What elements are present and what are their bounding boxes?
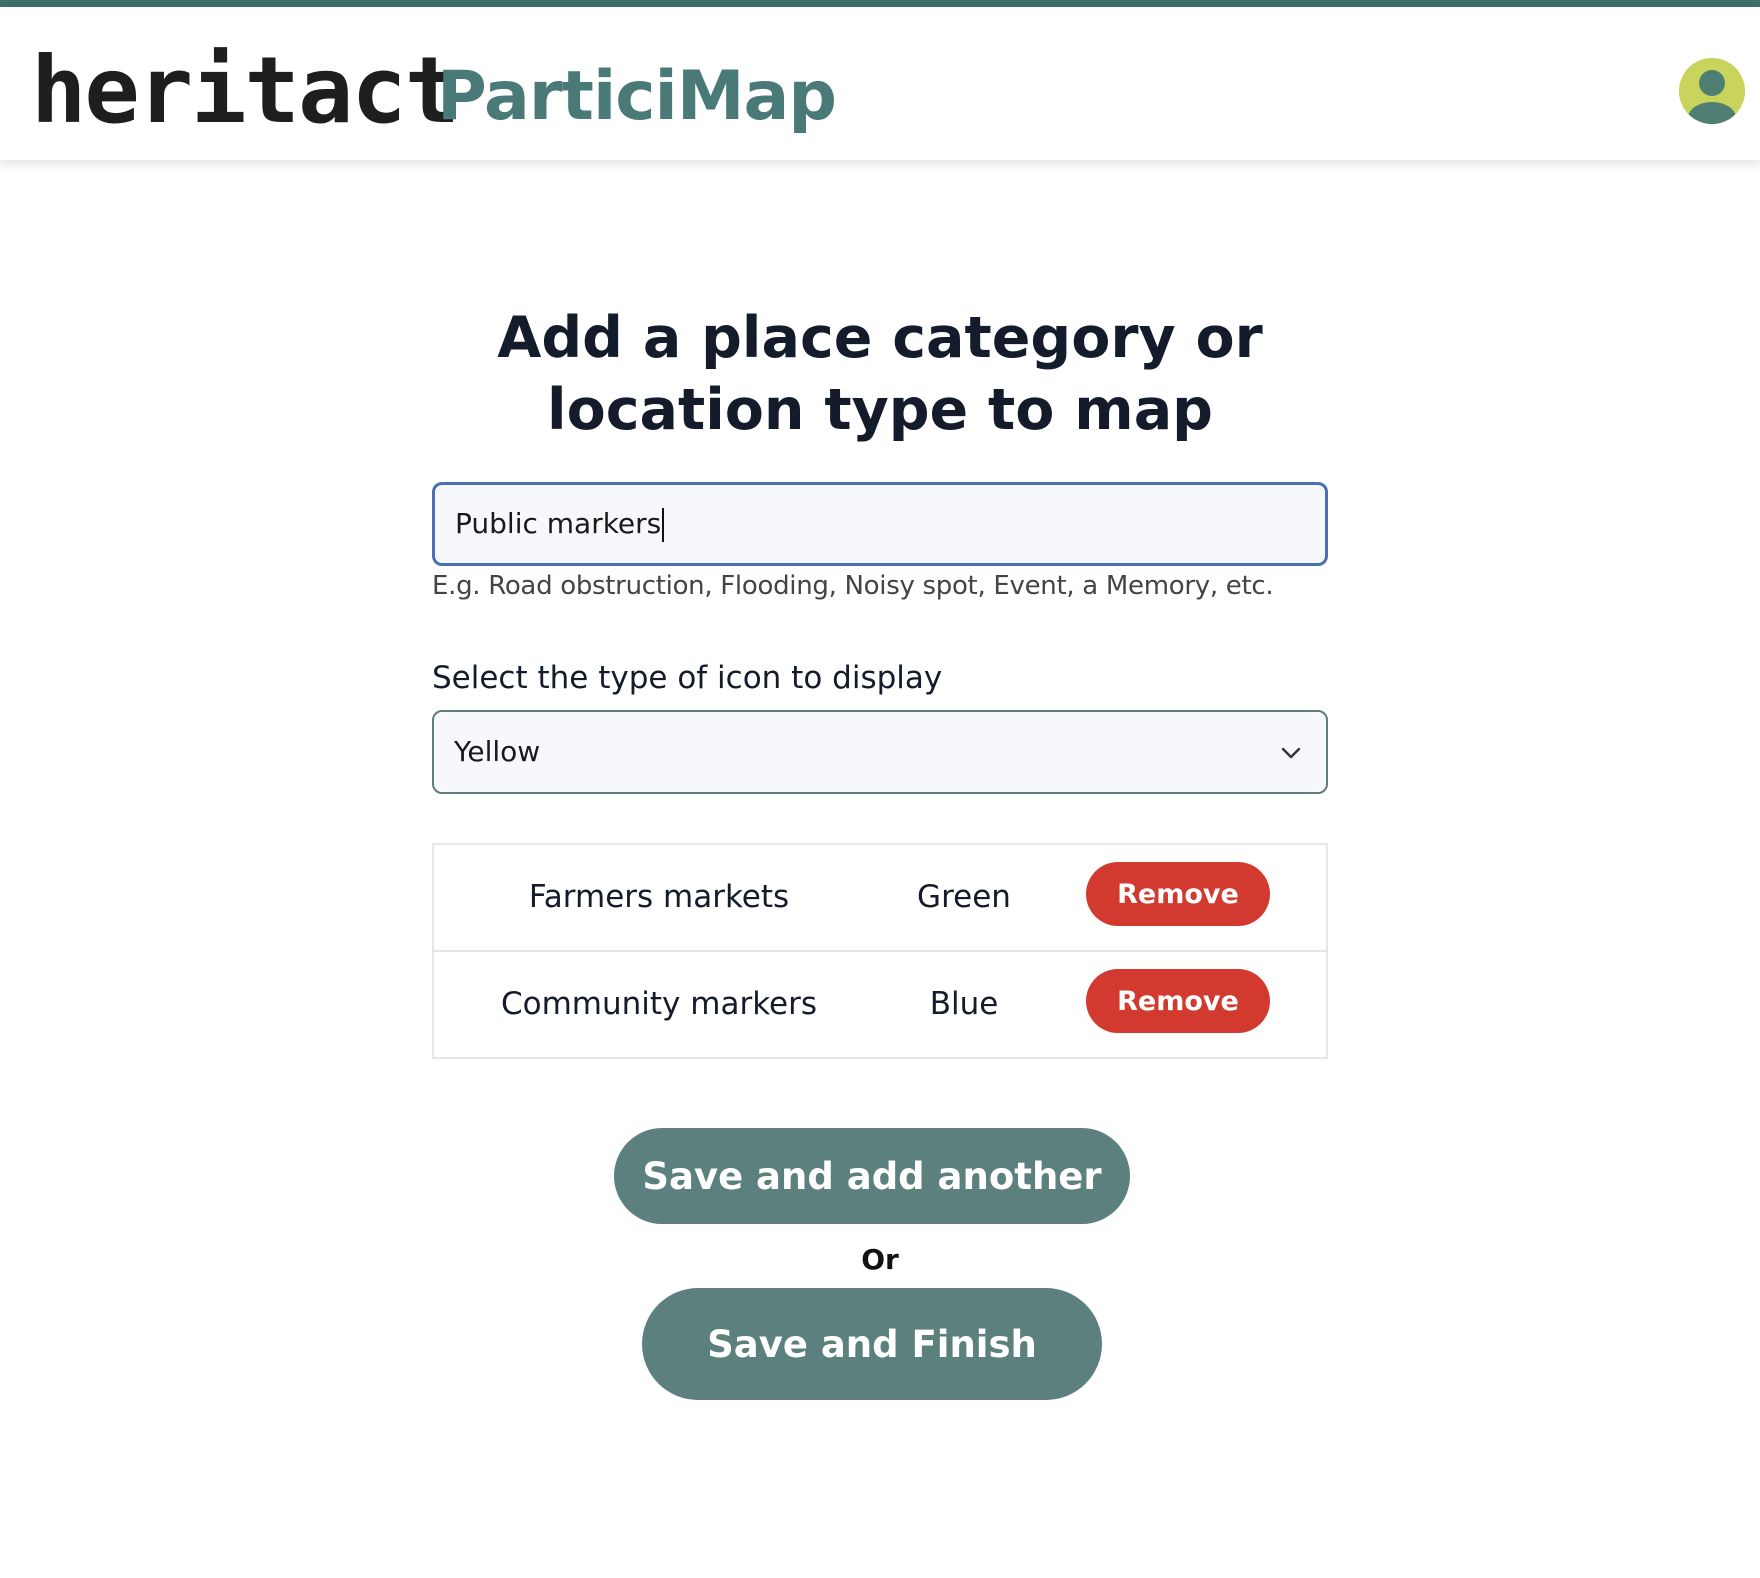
category-name-input[interactable]: Public markers <box>432 482 1328 566</box>
person-icon <box>1679 58 1745 124</box>
category-row: Farmers markets Green Remove <box>434 845 1326 952</box>
category-name-hint: E.g. Road obstruction, Flooding, Noisy s… <box>432 571 1274 601</box>
icon-type-label: Select the type of icon to display <box>432 660 943 696</box>
save-and-add-another-button[interactable]: Save and add another <box>614 1128 1130 1224</box>
user-avatar-icon[interactable] <box>1679 58 1745 124</box>
save-and-finish-button[interactable]: Save and Finish <box>642 1288 1102 1400</box>
app-name[interactable]: ParticiMap <box>437 49 837 145</box>
category-name: Farmers markets <box>528 879 790 915</box>
chevron-down-icon <box>1281 747 1301 759</box>
icon-type-selected-value: Yellow <box>454 735 541 768</box>
app-header: heritact ParticiMap <box>0 7 1760 160</box>
page-title: Add a place category or location type to… <box>497 305 1263 443</box>
category-color: Green <box>917 879 1011 915</box>
category-name-value: Public markers <box>455 507 662 540</box>
icon-type-select[interactable]: Yellow <box>432 710 1328 794</box>
remove-button[interactable]: Remove <box>1086 862 1270 926</box>
top-accent-bar <box>0 0 1760 7</box>
category-row: Community markers Blue Remove <box>434 952 1326 1057</box>
category-table: Farmers markets Green Remove Community m… <box>432 843 1328 1059</box>
or-separator: Or <box>861 1243 899 1276</box>
heritact-logo[interactable]: heritact <box>31 45 460 137</box>
text-caret <box>662 508 665 542</box>
category-color: Blue <box>929 986 999 1022</box>
category-name: Community markers <box>500 986 818 1022</box>
remove-button[interactable]: Remove <box>1086 969 1270 1033</box>
